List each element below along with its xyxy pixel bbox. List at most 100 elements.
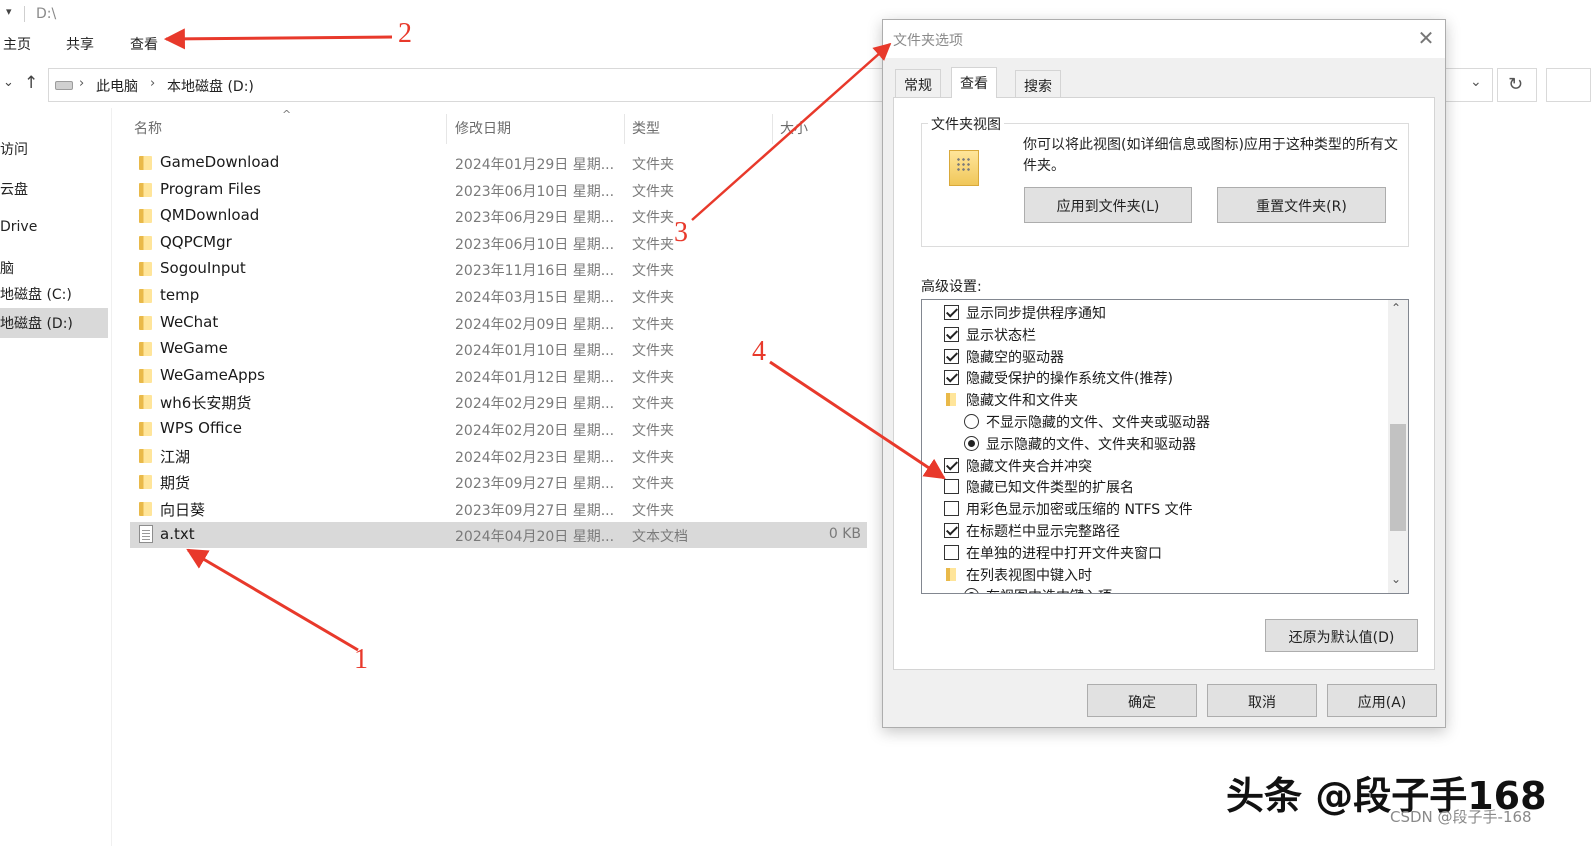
folder-icon xyxy=(139,262,152,277)
nav-item-drive-d[interactable]: 地磁盘 (D:) xyxy=(0,308,108,338)
table-row[interactable]: GameDownload 2024年01月29日 星期... 文件夹 xyxy=(130,150,867,176)
checkbox[interactable] xyxy=(944,544,959,560)
table-row[interactable]: a.txt 2024年04月20日 星期... 文本文档 0 KB xyxy=(130,522,867,549)
ribbon-tab-share[interactable]: 共享 xyxy=(66,34,94,54)
table-row[interactable]: 期货 2023年09月27日 星期... 文件夹 xyxy=(130,469,867,495)
table-row[interactable]: WPS Office 2024年02月20日 星期... 文件夹 xyxy=(130,416,867,442)
file-type: 文件夹 xyxy=(632,423,674,439)
chevron-down-icon[interactable]: ⌄ xyxy=(1470,74,1482,90)
table-row[interactable]: QQPCMgr 2023年06月10日 星期... 文件夹 xyxy=(130,230,867,256)
table-row[interactable]: temp 2024年03月15日 星期... 文件夹 xyxy=(130,283,867,309)
advanced-settings-list[interactable]: 显示同步提供程序通知 显示状态栏 隐藏空的驱动器 隐藏受保护的操作系统文件(推荐) 隐藏… xyxy=(921,299,1409,594)
file-type: 文件夹 xyxy=(632,290,674,306)
restore-defaults-button[interactable]: 还原为默认值(D) xyxy=(1265,619,1418,652)
grid-icon xyxy=(956,157,972,171)
advanced-list-scrollbar[interactable]: ⌃ ⌄ xyxy=(1388,300,1408,593)
ribbon-tab-view[interactable]: 查看 xyxy=(130,34,158,54)
annotation-number-4: 4 xyxy=(752,336,766,367)
view-tab-panel: 文件夹视图 你可以将此视图(如详细信息或图标)应用于这种类型的所有文件夹。 应用… xyxy=(893,97,1435,670)
title-separator xyxy=(24,6,25,22)
file-name: a.txt xyxy=(160,525,195,544)
column-header-date[interactable]: 修改日期 xyxy=(455,118,511,138)
advanced-setting-label: 隐藏文件夹合并冲突 xyxy=(966,458,1092,475)
ok-button[interactable]: 确定 xyxy=(1087,684,1197,717)
table-row[interactable]: 江湖 2024年02月23日 星期... 文件夹 xyxy=(130,443,867,469)
folder-icon xyxy=(139,395,152,410)
modified-date: 2024年01月12日 星期... xyxy=(455,369,615,386)
folder-icon xyxy=(139,209,152,224)
table-row[interactable]: QMDownload 2023年06月29日 星期... 文件夹 xyxy=(130,203,867,229)
ribbon-tab-home[interactable]: 主页 xyxy=(3,34,31,54)
advanced-setting-label: 在单独的进程中打开文件夹窗口 xyxy=(966,545,1162,562)
advanced-setting-label: 隐藏受保护的操作系统文件(推荐) xyxy=(966,371,1173,388)
chevron-down-icon[interactable]: ⌄ xyxy=(1391,572,1401,586)
tab-general[interactable]: 常规 xyxy=(895,69,941,97)
apply-to-folders-button[interactable]: 应用到文件夹(L) xyxy=(1024,187,1192,223)
column-divider[interactable] xyxy=(624,114,625,144)
dialog-title: 文件夹选项 xyxy=(893,33,963,49)
modified-date: 2023年11月16日 星期... xyxy=(455,263,615,280)
refresh-button[interactable]: ↻ xyxy=(1497,68,1537,102)
nav-item-quick-access[interactable]: 访问 xyxy=(0,134,108,164)
modified-date: 2024年02月29日 星期... xyxy=(455,396,615,413)
checkbox[interactable] xyxy=(944,457,959,473)
breadcrumb-this-pc[interactable]: 此电脑 xyxy=(96,76,138,96)
nav-item-cloud[interactable]: 云盘 xyxy=(0,174,108,204)
table-row[interactable]: 向日葵 2023年09月27日 星期... 文件夹 xyxy=(130,496,867,522)
navigation-pane: 访问 云盘 Drive 脑 地磁盘 (C:) 地磁盘 (D:) xyxy=(0,108,112,846)
checkbox[interactable] xyxy=(944,305,959,320)
checkbox[interactable] xyxy=(944,326,959,342)
modified-date: 2024年01月10日 星期... xyxy=(455,343,615,360)
quick-access-dropdown-icon[interactable]: ▾ xyxy=(6,5,12,18)
table-row[interactable]: wh6长安期货 2024年02月29日 星期... 文件夹 xyxy=(130,389,867,415)
modified-date: 2023年06月10日 星期... xyxy=(455,183,615,200)
recent-locations-icon[interactable]: ⌄ xyxy=(3,75,14,90)
radio-button[interactable] xyxy=(964,435,979,451)
column-header-name[interactable]: 名称 xyxy=(134,118,162,138)
radio-button[interactable] xyxy=(964,588,979,593)
chevron-right-icon[interactable]: › xyxy=(150,76,155,91)
close-icon[interactable]: ✕ xyxy=(1415,26,1437,50)
reset-folders-button[interactable]: 重置文件夹(R) xyxy=(1217,187,1386,223)
annotation-number-2: 2 xyxy=(398,18,412,49)
file-size: 0 KB xyxy=(828,526,861,543)
folder-icon xyxy=(139,368,152,383)
column-divider[interactable] xyxy=(446,114,447,144)
table-row[interactable]: Program Files 2023年06月10日 星期... 文件夹 xyxy=(130,177,867,203)
tab-view[interactable]: 查看 xyxy=(951,67,997,98)
advanced-setting-label: 显示隐藏的文件、文件夹和驱动器 xyxy=(986,436,1196,453)
nav-item-drive-c[interactable]: 地磁盘 (C:) xyxy=(0,279,108,309)
cancel-button[interactable]: 取消 xyxy=(1207,684,1317,717)
up-arrow-icon[interactable]: ↑ xyxy=(24,73,38,93)
column-divider[interactable] xyxy=(772,114,773,144)
search-input[interactable] xyxy=(1546,68,1591,102)
checkbox[interactable] xyxy=(944,523,959,538)
file-type: 文件夹 xyxy=(632,396,674,413)
checkbox[interactable] xyxy=(944,501,959,517)
column-header-size[interactable]: 大小 xyxy=(780,118,808,138)
folder-icon xyxy=(139,422,152,436)
folder-view-legend: 文件夹视图 xyxy=(928,114,1004,134)
radio-button[interactable] xyxy=(964,414,979,429)
column-header-type[interactable]: 类型 xyxy=(632,118,660,138)
advanced-setting-label: 显示状态栏 xyxy=(966,327,1036,344)
sort-ascending-icon: ^ xyxy=(282,108,292,121)
chevron-right-icon[interactable]: › xyxy=(79,76,84,91)
advanced-setting-label: 在标题栏中显示完整路径 xyxy=(966,524,1120,540)
advanced-setting-label: 隐藏文件和文件夹 xyxy=(966,393,1078,410)
checkbox[interactable] xyxy=(944,479,959,495)
chevron-up-icon[interactable]: ⌃ xyxy=(1391,301,1401,315)
modified-date: 2024年04月20日 星期... xyxy=(455,529,615,546)
checkbox[interactable] xyxy=(944,370,959,386)
table-row[interactable]: WeChat 2024年02月09日 星期... 文件夹 xyxy=(130,310,867,336)
scrollbar-thumb[interactable] xyxy=(1390,424,1406,531)
table-row[interactable]: SogouInput 2023年11月16日 星期... 文件夹 xyxy=(130,256,867,282)
apply-button[interactable]: 应用(A) xyxy=(1327,684,1437,717)
folder-icon xyxy=(139,289,152,303)
nav-item-onedrive[interactable]: Drive xyxy=(0,214,108,244)
checkbox[interactable] xyxy=(944,348,959,364)
breadcrumb-drive-d[interactable]: 本地磁盘 (D:) xyxy=(167,76,254,96)
folder-view-icon xyxy=(949,150,979,186)
advanced-setting-label: 用彩色显示加密或压缩的 NTFS 文件 xyxy=(966,502,1193,519)
tab-search[interactable]: 搜索 xyxy=(1015,70,1061,98)
